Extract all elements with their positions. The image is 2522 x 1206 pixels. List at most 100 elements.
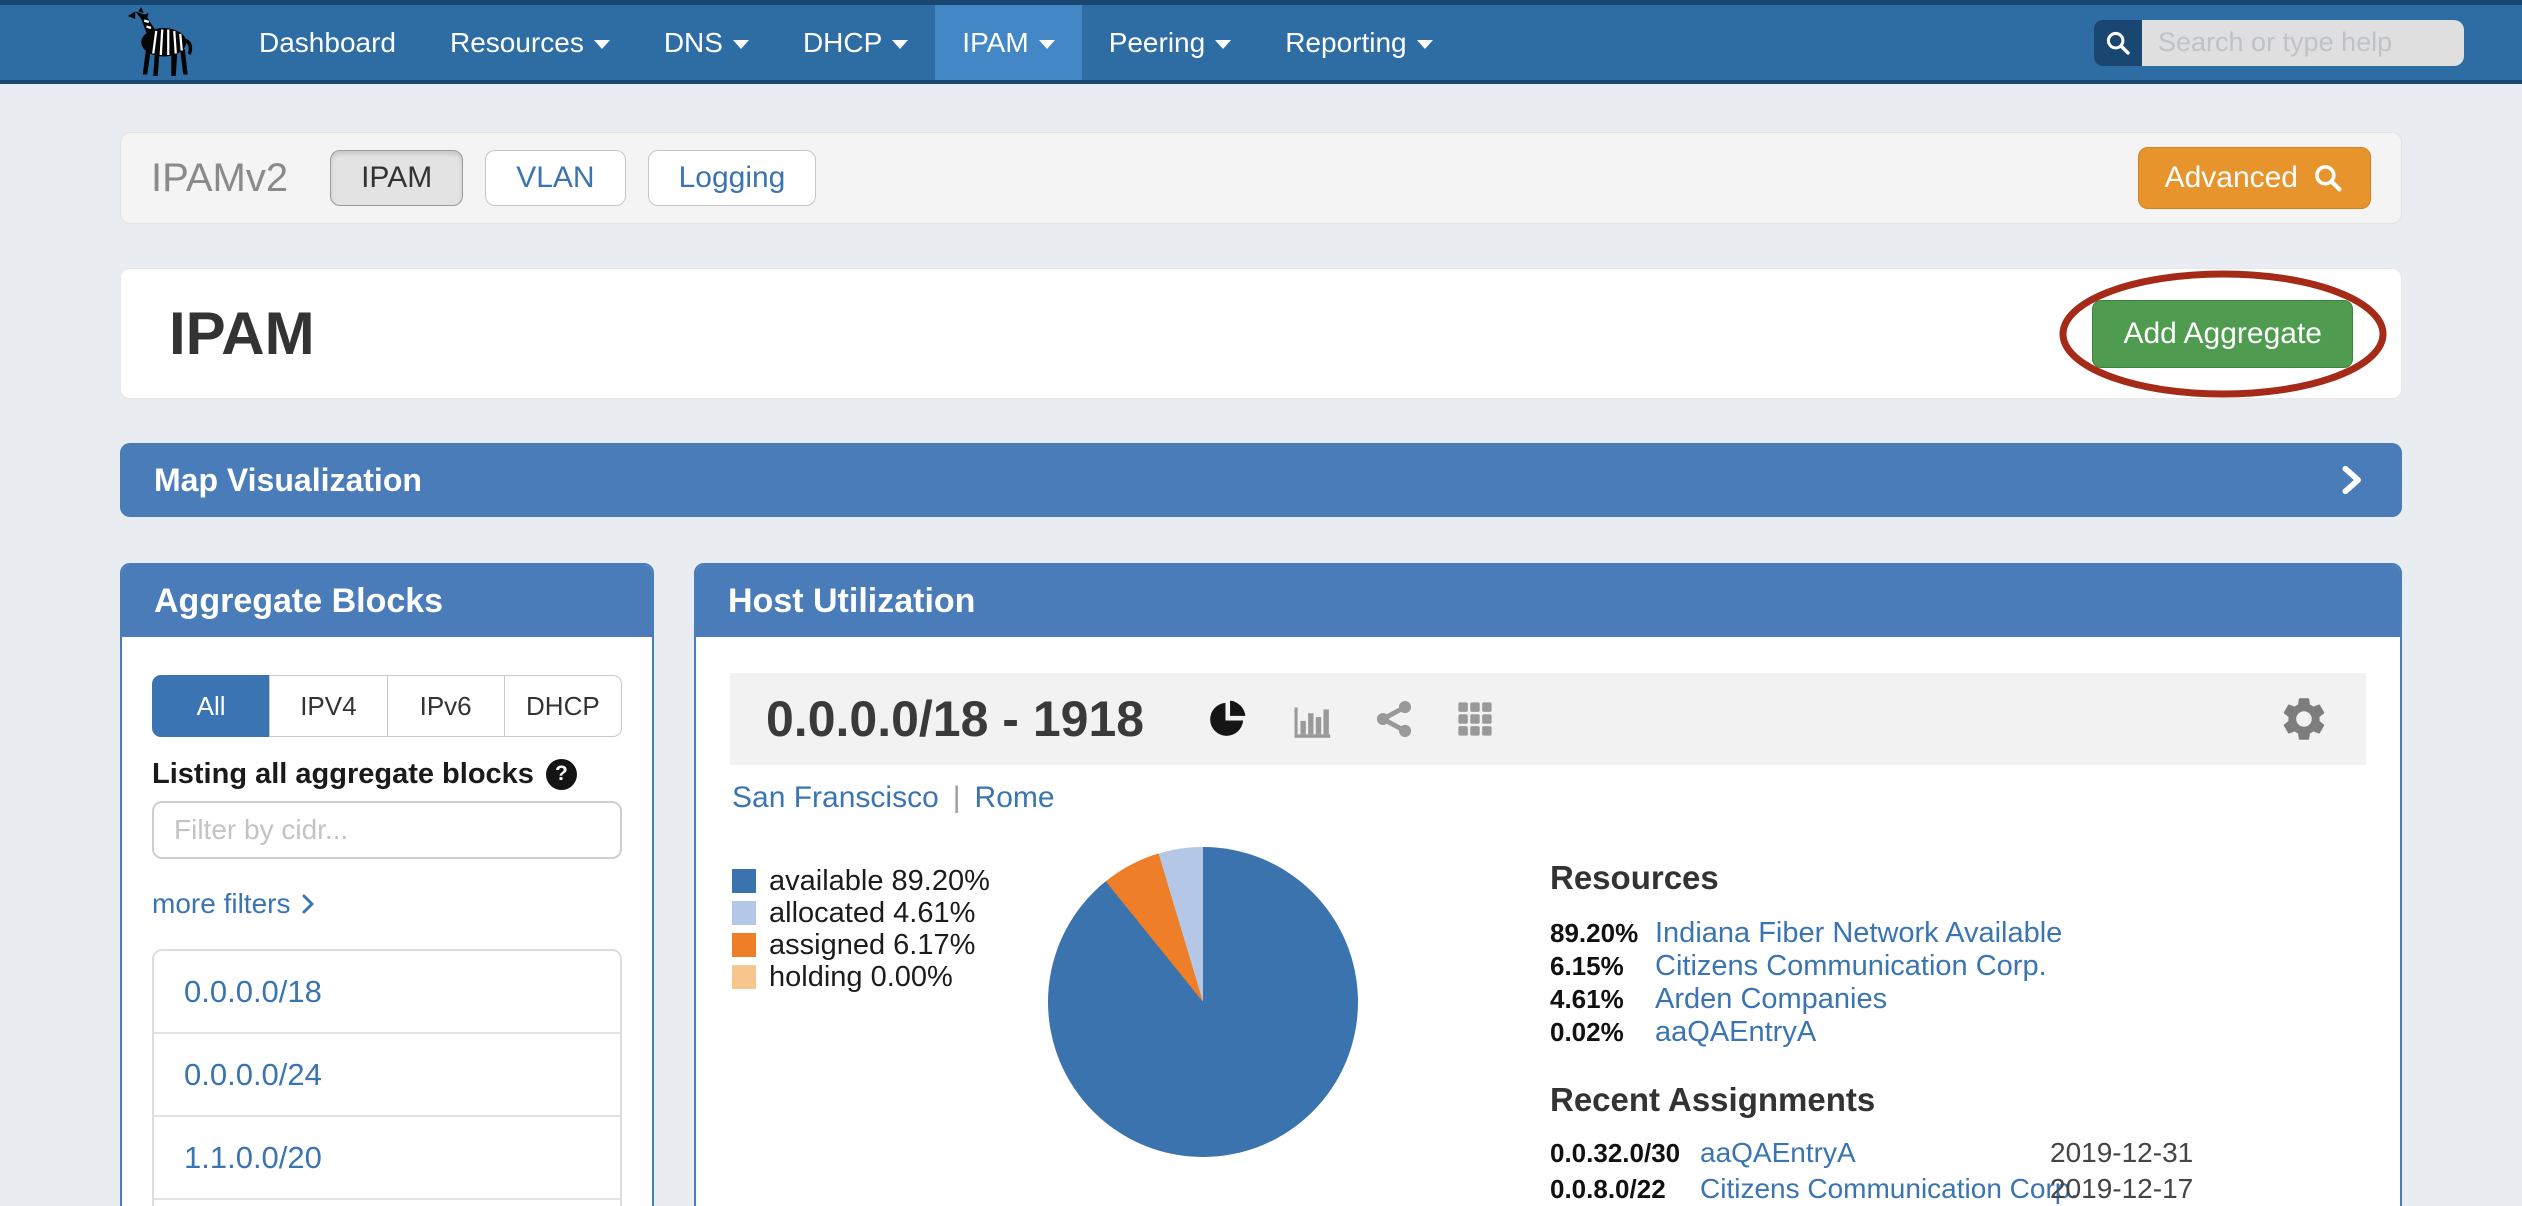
view-toggle-icons <box>1204 696 1496 742</box>
nav-item-label: Peering <box>1109 27 1206 59</box>
aggregate-list-item[interactable]: 0.0.0.0/18 <box>154 951 620 1034</box>
nav-item-reporting[interactable]: Reporting <box>1258 5 1459 80</box>
filter-all-button[interactable]: All <box>152 675 270 737</box>
add-aggregate-wrap: Add Aggregate <box>2092 300 2353 368</box>
page-title: IPAM <box>169 299 315 368</box>
advanced-search-button[interactable]: Advanced <box>2138 147 2371 209</box>
resource-link[interactable]: aaQAEntryA <box>1655 1016 2364 1049</box>
assignment-row: 0.0.8.0/22 Citizens Communication Corp. … <box>1550 1171 2364 1206</box>
aggregate-list-item-partial[interactable] <box>154 1200 620 1206</box>
assignment-date: 2019-12-17 <box>2050 1173 2364 1205</box>
host-utilization-header: Host Utilization <box>696 565 2400 637</box>
gear-icon[interactable] <box>2278 693 2330 745</box>
chevron-right-icon <box>300 892 316 916</box>
legend-swatch <box>732 901 756 925</box>
more-filters-link[interactable]: more filters <box>152 887 622 921</box>
tab-ipam[interactable]: IPAM <box>330 150 463 206</box>
chevron-down-icon <box>1215 40 1231 49</box>
advanced-label: Advanced <box>2165 161 2298 195</box>
resource-row: 6.15% Citizens Communication Corp. <box>1550 950 2364 983</box>
block-sub-header: 0.0.0.0/18 - 1918 <box>730 673 2366 765</box>
tab-logging[interactable]: Logging <box>648 150 817 206</box>
location-link-sanfranscisco[interactable]: San Franscisco <box>732 781 939 815</box>
chevron-down-icon <box>594 40 610 49</box>
nav-item-peering[interactable]: Peering <box>1082 5 1259 80</box>
legend-label: allocated 4.61% <box>769 897 975 930</box>
resource-row: 4.61% Arden Companies <box>1550 983 2364 1016</box>
resources-title: Resources <box>1550 859 2364 897</box>
resource-link[interactable]: Citizens Communication Corp. <box>1655 950 2364 983</box>
listing-label: Listing all aggregate blocks <box>152 757 534 791</box>
help-icon[interactable]: ? <box>546 759 577 790</box>
nav-item-label: DHCP <box>803 27 882 59</box>
pie-legend: available 89.20% allocated 4.61% assigne… <box>732 859 1032 993</box>
resource-row: 0.02% aaQAEntryA <box>1550 1016 2364 1049</box>
aggregate-list-item[interactable]: 1.1.0.0/20 <box>154 1117 620 1200</box>
search-icon[interactable] <box>2094 20 2142 66</box>
resource-link[interactable]: Indiana Fiber Network Available <box>1655 917 2364 950</box>
zebra-logo-icon[interactable] <box>116 7 204 79</box>
assignment-cidr: 0.0.32.0/30 <box>1550 1138 1700 1169</box>
resource-pct: 0.02% <box>1550 1017 1655 1048</box>
map-visualization-label: Map Visualization <box>154 462 422 499</box>
assignment-link[interactable]: aaQAEntryA <box>1700 1137 2050 1169</box>
legend-swatch <box>732 869 756 893</box>
aggregate-blocks-panel: Aggregate Blocks All IPV4 IPv6 DHCP List… <box>120 563 654 1206</box>
location-separator: | <box>953 781 961 815</box>
nav-item-label: Reporting <box>1285 27 1406 59</box>
location-links: San Franscisco | Rome <box>732 781 2364 815</box>
nav-item-dhcp[interactable]: DHCP <box>776 5 935 80</box>
resource-row: 89.20% Indiana Fiber Network Available <box>1550 917 2364 950</box>
nav-item-label: Dashboard <box>259 27 396 59</box>
assignment-row: 0.0.32.0/30 aaQAEntryA 2019-12-31 <box>1550 1135 2364 1171</box>
utilization-chart-row: available 89.20% allocated 4.61% assigne… <box>696 859 2400 1206</box>
bar-chart-icon[interactable] <box>1288 696 1334 742</box>
assignment-date: 2019-12-31 <box>2050 1137 2364 1169</box>
top-navbar: Dashboard Resources DNS DHCP IPAM Peerin… <box>0 0 2522 84</box>
cidr-filter-input[interactable] <box>152 801 622 859</box>
main-container: IPAMv2 IPAM VLAN Logging Advanced IPAM A… <box>120 132 2402 1206</box>
aggregate-list-item[interactable]: 0.0.0.0/24 <box>154 1034 620 1117</box>
filter-ipv4-button[interactable]: IPV4 <box>269 675 387 737</box>
grid-icon[interactable] <box>1454 698 1496 740</box>
chevron-right-icon[interactable] <box>2334 461 2368 499</box>
filter-dhcp-button[interactable]: DHCP <box>504 675 622 737</box>
aggregate-blocks-body: All IPV4 IPv6 DHCP Listing all aggregate… <box>122 637 652 1206</box>
tab-vlan[interactable]: VLAN <box>485 150 625 206</box>
nav-menu: Dashboard Resources DNS DHCP IPAM Peerin… <box>232 5 1460 80</box>
add-aggregate-button[interactable]: Add Aggregate <box>2092 300 2353 368</box>
resource-link[interactable]: Arden Companies <box>1655 983 2364 1016</box>
pie-chart-icon[interactable] <box>1204 696 1250 742</box>
nav-item-label: Resources <box>450 27 584 59</box>
legend-item: available 89.20% <box>732 865 1032 897</box>
chevron-down-icon <box>1039 40 1055 49</box>
nav-item-dns[interactable]: DNS <box>637 5 776 80</box>
resource-pct: 89.20% <box>1550 918 1655 949</box>
resource-pct: 4.61% <box>1550 984 1655 1015</box>
share-icon[interactable] <box>1372 697 1416 741</box>
nav-item-label: IPAM <box>962 27 1028 59</box>
search-input[interactable] <box>2142 20 2464 66</box>
navbar-inner: Dashboard Resources DNS DHCP IPAM Peerin… <box>0 5 2522 80</box>
nav-item-resources[interactable]: Resources <box>423 5 637 80</box>
aggregate-list: 0.0.0.0/18 0.0.0.0/24 1.1.0.0/20 <box>152 949 622 1206</box>
aggregate-blocks-header: Aggregate Blocks <box>122 565 652 637</box>
chevron-down-icon <box>892 40 908 49</box>
nav-item-dashboard[interactable]: Dashboard <box>232 5 423 80</box>
listing-label-row: Listing all aggregate blocks ? <box>152 757 622 791</box>
legend-label: assigned 6.17% <box>769 929 975 962</box>
toolbar-title: IPAMv2 <box>151 156 288 201</box>
utilization-pie <box>1048 847 1358 1157</box>
ipamv2-toolbar: IPAMv2 IPAM VLAN Logging Advanced <box>120 132 2402 224</box>
recent-assignments-title: Recent Assignments <box>1550 1081 2364 1119</box>
utilization-details: Resources 89.20% Indiana Fiber Network A… <box>1550 859 2364 1206</box>
assignment-link[interactable]: Citizens Communication Corp. <box>1700 1173 2050 1205</box>
map-visualization-bar[interactable]: Map Visualization <box>120 443 2402 517</box>
legend-item: holding 0.00% <box>732 961 1032 993</box>
location-link-rome[interactable]: Rome <box>975 781 1055 815</box>
nav-item-ipam[interactable]: IPAM <box>935 5 1081 80</box>
search-icon <box>2312 162 2344 194</box>
assignment-cidr: 0.0.8.0/22 <box>1550 1174 1700 1205</box>
filter-ipv6-button[interactable]: IPv6 <box>387 675 505 737</box>
type-filter-group: All IPV4 IPv6 DHCP <box>152 675 622 737</box>
